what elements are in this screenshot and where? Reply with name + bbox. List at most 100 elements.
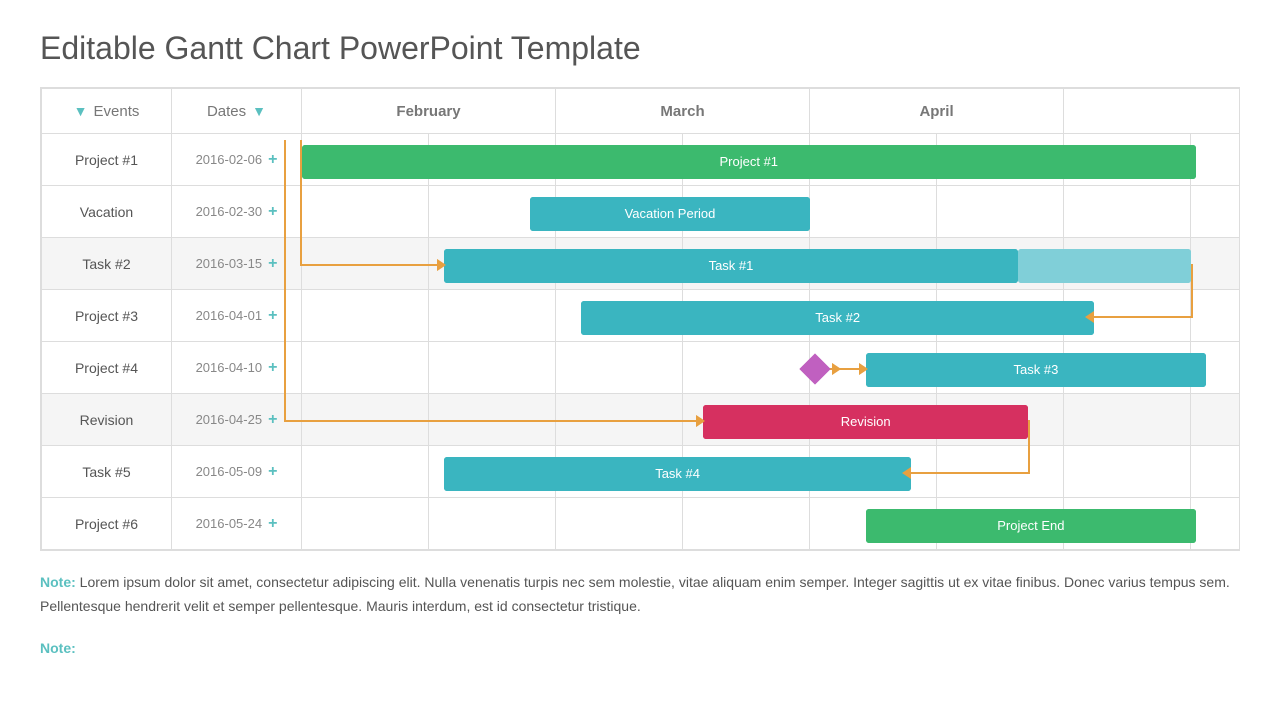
- timeline-cell: [429, 342, 556, 394]
- date-cell: 2016-05-09+: [172, 446, 302, 498]
- timeline-cell: [683, 134, 810, 186]
- timeline-cell: [683, 186, 810, 238]
- timeline-cell: [1191, 290, 1240, 342]
- timeline-cell: [429, 290, 556, 342]
- timeline-cell: [302, 446, 429, 498]
- timeline-cell: [302, 186, 429, 238]
- add-icon[interactable]: +: [268, 411, 277, 428]
- table-row: Revision2016-04-25+: [42, 394, 1241, 446]
- timeline-cell: [1191, 134, 1240, 186]
- event-cell: Project #1: [42, 134, 172, 186]
- timeline-cell: [810, 290, 937, 342]
- timeline-cell: [937, 498, 1064, 550]
- timeline-cell: [1064, 186, 1191, 238]
- timeline-cell: [810, 186, 937, 238]
- april-header: April: [810, 89, 1064, 134]
- timeline-cell: [556, 498, 683, 550]
- date-cell: 2016-04-01+: [172, 290, 302, 342]
- timeline-cell: [810, 394, 937, 446]
- table-row: Project #62016-05-24+: [42, 498, 1241, 550]
- add-icon[interactable]: +: [268, 359, 277, 376]
- timeline-cell: [937, 238, 1064, 290]
- add-icon[interactable]: +: [268, 307, 277, 324]
- note-section-display: Note:: [40, 637, 1240, 661]
- timeline-cell: [1064, 238, 1191, 290]
- add-icon[interactable]: +: [268, 203, 277, 220]
- table-row: Task #22016-03-15+: [42, 238, 1241, 290]
- add-icon[interactable]: +: [268, 463, 277, 480]
- timeline-cell: [810, 238, 937, 290]
- timeline-cell: [556, 134, 683, 186]
- date-cell: 2016-04-10+: [172, 342, 302, 394]
- table-row: Task #52016-05-09+: [42, 446, 1241, 498]
- chevron-down-icon: ▼: [74, 103, 88, 119]
- event-cell: Revision: [42, 394, 172, 446]
- add-icon[interactable]: +: [268, 151, 277, 168]
- event-cell: Task #5: [42, 446, 172, 498]
- event-cell: Vacation: [42, 186, 172, 238]
- timeline-cell: [1064, 134, 1191, 186]
- timeline-cell: [937, 342, 1064, 394]
- timeline-cell: [1191, 238, 1240, 290]
- timeline-cell: [1064, 446, 1191, 498]
- timeline-cell: [302, 134, 429, 186]
- events-label: Events: [94, 103, 140, 120]
- timeline-cell: [556, 290, 683, 342]
- timeline-cell: [1191, 394, 1240, 446]
- timeline-cell: [556, 238, 683, 290]
- note-text: Lorem ipsum dolor sit amet, consectetur …: [40, 574, 1230, 614]
- events-header[interactable]: ▼ Events: [42, 89, 172, 134]
- table-row: Project #32016-04-01+: [42, 290, 1241, 342]
- gantt-container: ▼ Events Dates ▼ February March: [40, 87, 1240, 551]
- note-section: Note: Lorem ipsum dolor sit amet, consec…: [40, 571, 1240, 619]
- timeline-cell: [1064, 498, 1191, 550]
- timeline-cell: [302, 394, 429, 446]
- timeline-cell: [683, 290, 810, 342]
- timeline-cell: [683, 498, 810, 550]
- event-cell: Project #3: [42, 290, 172, 342]
- table-row: Project #42016-04-10+: [42, 342, 1241, 394]
- date-cell: 2016-02-30+: [172, 186, 302, 238]
- timeline-cell: [810, 134, 937, 186]
- header-row: ▼ Events Dates ▼ February March: [42, 89, 1241, 134]
- timeline-cell: [810, 446, 937, 498]
- date-cell: 2016-03-15+: [172, 238, 302, 290]
- timeline-cell: [302, 238, 429, 290]
- dates-label: Dates: [207, 103, 246, 120]
- event-cell: Project #4: [42, 342, 172, 394]
- timeline-cell: [937, 290, 1064, 342]
- timeline-cell: [429, 394, 556, 446]
- dates-header[interactable]: Dates ▼: [172, 89, 302, 134]
- timeline-cell: [556, 394, 683, 446]
- timeline-cell: [429, 498, 556, 550]
- add-icon[interactable]: +: [268, 255, 277, 272]
- timeline-cell: [302, 342, 429, 394]
- timeline-cell: [937, 134, 1064, 186]
- timeline-cell: [1064, 342, 1191, 394]
- timeline-cell: [556, 186, 683, 238]
- timeline-cell: [683, 342, 810, 394]
- timeline-cell: [556, 342, 683, 394]
- date-cell: 2016-04-25+: [172, 394, 302, 446]
- add-icon[interactable]: +: [268, 515, 277, 532]
- timeline-cell: [429, 238, 556, 290]
- event-cell: Project #6: [42, 498, 172, 550]
- date-cell: 2016-02-06+: [172, 134, 302, 186]
- timeline-cell: [429, 186, 556, 238]
- timeline-cell: [937, 446, 1064, 498]
- timeline-cell: [683, 446, 810, 498]
- chevron-down-icon-dates: ▼: [252, 103, 266, 119]
- timeline-cell: [937, 394, 1064, 446]
- timeline-cell: [302, 498, 429, 550]
- timeline-cell: [1191, 446, 1240, 498]
- timeline-cell: [429, 134, 556, 186]
- timeline-cell: [429, 446, 556, 498]
- extra-header: [1064, 89, 1240, 134]
- event-cell: Task #2: [42, 238, 172, 290]
- february-header: February: [302, 89, 556, 134]
- page-title: Editable Gantt Chart PowerPoint Template: [40, 30, 1240, 67]
- table-row: Project #12016-02-06+: [42, 134, 1241, 186]
- note-label-display: Note:: [40, 640, 76, 656]
- timeline-cell: [810, 342, 937, 394]
- timeline-cell: [1064, 394, 1191, 446]
